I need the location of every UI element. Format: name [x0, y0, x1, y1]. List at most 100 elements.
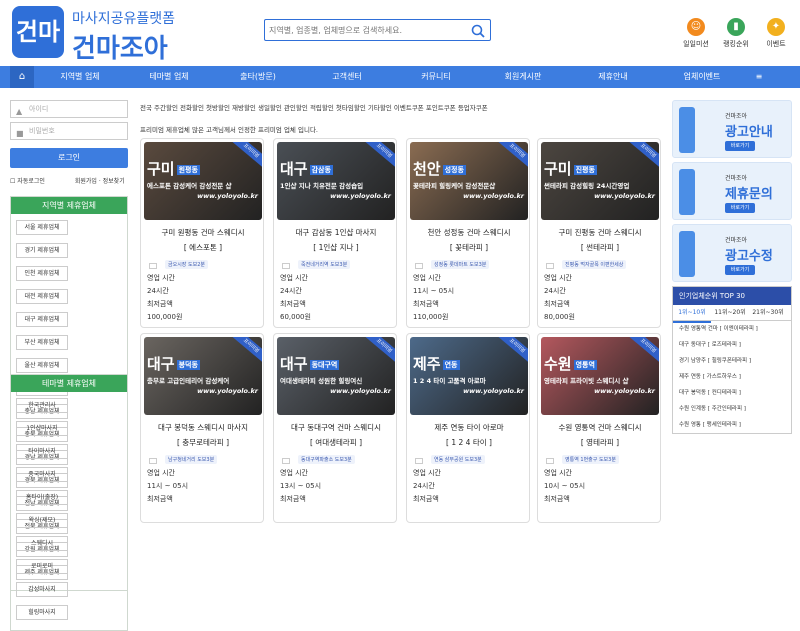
user-icon: ▲	[16, 107, 23, 116]
id-field[interactable]: ▲ 아이디	[10, 100, 128, 118]
ad-edit-button[interactable]: 바로가기	[725, 265, 755, 275]
photo-site: www.yoloyolo.kr	[594, 192, 655, 200]
region-item[interactable]: 대구 제휴업체	[16, 312, 68, 327]
shop-card[interactable]: 프리미엄 천안 성정동 꽃테라피 힐링케어 감성전문샵 www.yoloyolo.kr 천…	[406, 138, 530, 328]
search-input[interactable]	[269, 22, 465, 38]
theme-item[interactable]: 중국마사지	[16, 467, 68, 482]
login-options: ☐ 자동로그인 회원가입 · 정보찾기	[10, 176, 128, 185]
theme-item[interactable]: 감성마사지	[16, 582, 68, 597]
shop-name[interactable]: 구미 원평동 건마 스웨디시	[141, 227, 263, 238]
price-label: 최저금액	[544, 300, 570, 308]
hours-label: 영업 시간	[544, 469, 572, 477]
premium-ribbon: 프리미엄	[228, 337, 262, 366]
shop-photo[interactable]: 프리미엄 대구 동대구역 여대생테라피 성원한 힐링여신 www.yoloyolo.kr	[277, 337, 395, 415]
region-item[interactable]: 울산 제휴업체	[16, 358, 68, 373]
partnership-banner[interactable]: 건마조아 제휴문의 바로가기	[672, 162, 792, 220]
ad-info-button[interactable]: 바로가기	[725, 141, 755, 151]
region-item[interactable]: 서울 제휴업체	[16, 220, 68, 235]
hours-value: 24시간	[544, 287, 566, 295]
theme-item[interactable]: 홈타이(출장)	[16, 490, 68, 505]
theme-item[interactable]: 1인샵마사지	[16, 421, 68, 436]
shop-name[interactable]: 천안 성정동 건마 스웨디시	[407, 227, 529, 238]
shop-card[interactable]: 프리미엄구미 진평동썬테라피 감성힐링 24시간영업 www.yoloyolo.kr…	[537, 138, 661, 328]
shop-photo[interactable]: 프리미엄구미 진평동썬테라피 감성힐링 24시간영업 www.yoloyolo.kr	[541, 142, 659, 220]
account-links[interactable]: 회원가입 · 정보찾기	[75, 178, 125, 185]
nav-item-support[interactable]: 고객센터	[302, 66, 392, 88]
shop-name[interactable]: 대구 감삼동 1인샵 마사지	[274, 227, 396, 238]
ranking-shortcut[interactable]: ▮ 랭킹순위	[718, 18, 754, 52]
hours-value: 10시 ~ 05시	[544, 482, 586, 490]
rank-item[interactable]: 수원 영통역 건마 [ 이엔이테라피 ]	[673, 321, 791, 337]
shop-card[interactable]: 프리미엄 대구 감삼동 1인샵 지나 치유전문 감성숍입 www.yoloyolo.kr…	[273, 138, 397, 328]
nav-item-community[interactable]: 커뮤니티	[391, 66, 481, 88]
theme-item[interactable]: 타이마사지	[16, 444, 68, 459]
shop-card[interactable]: 프리미엄 대구 동대구역 여대생테라피 성원한 힐링여신 www.yoloyolo.kr…	[273, 333, 397, 523]
shop-photo[interactable]: 프리미엄 대구 봉덕동 충무로 고급인테리어 감성케어 www.yoloyolo.kr	[144, 337, 262, 415]
theme-item[interactable]: 스웨디시	[16, 536, 68, 551]
rank-item[interactable]: 수원 영통 [ 맹세인테라피 ]	[673, 417, 791, 433]
shop-card[interactable]: 프리미엄 구미 원평동 에스포톤 감성케어 감성전문 샵 www.yoloyolo.kr…	[140, 138, 264, 328]
ad-info-banner[interactable]: 건마조아 광고안내 바로가기	[672, 100, 792, 158]
premium-ribbon: 프리미엄	[494, 337, 528, 366]
hours-label: 영업 시간	[147, 469, 175, 477]
region-item[interactable]: 경기 제휴업체	[16, 243, 68, 258]
logo[interactable]: 건마 마사지공유플랫폼 건마조아	[12, 6, 212, 64]
rank-item[interactable]: 대구 동대구 [ 로즈테라피 ]	[673, 337, 791, 353]
shop-photo[interactable]: 프리미엄 구미 원평동 에스포톤 감성케어 감성전문 샵 www.yoloyolo.kr	[144, 142, 262, 220]
shop-name[interactable]: 대구 봉덕동 스웨디시 마사지	[141, 422, 263, 433]
region-item[interactable]: 인천 제휴업체	[16, 266, 68, 281]
region-item[interactable]: 대전 제휴업체	[16, 289, 68, 304]
nav-item-member-board[interactable]: 회원게시판	[478, 66, 568, 88]
photo-region: 대구 동대구역	[280, 355, 340, 373]
rank-item[interactable]: 수원 인계동 [ 주간인테라피 ]	[673, 401, 791, 417]
partnership-button[interactable]: 바로가기	[725, 203, 755, 213]
premium-ribbon: 프리미엄	[361, 337, 395, 366]
theme-item[interactable]: 로미로미	[16, 559, 68, 574]
theme-item[interactable]: 왁싱(제모)	[16, 513, 68, 528]
top30-title: 인기업체순위 TOP 30	[673, 287, 791, 305]
shop-card[interactable]: 프리미엄 제주 연동 1 2 4 타이 고품격 아로마 www.yoloyolo.kr 제…	[406, 333, 530, 523]
home-icon[interactable]: ⌂	[10, 66, 34, 88]
rank-item[interactable]: 제주 연동 [ 가스트하우스 ]	[673, 369, 791, 385]
photo-tagline: 썬테라피 감성힐링 24시간영업	[544, 182, 630, 190]
rank-item[interactable]: 대구 봉덕동 [ 컨디테라피 ]	[673, 385, 791, 401]
daily-mission-shortcut[interactable]: ☺ 일일미션	[678, 18, 714, 52]
premium-ribbon: 프리미엄	[625, 142, 659, 171]
login-button[interactable]: 로그인	[10, 148, 128, 168]
hours-label: 영업 시간	[280, 469, 308, 477]
shop-name[interactable]: 대구 동대구역 건마 스웨디시	[274, 422, 396, 433]
shop-name[interactable]: 구미 진평동 건마 스웨디시	[538, 227, 660, 238]
shop-name[interactable]: 수원 영통역 건마 스웨디시	[538, 422, 660, 433]
search-icon[interactable]	[470, 23, 486, 39]
shop-name[interactable]: 제주 연동 타이 아로마	[407, 422, 529, 433]
location-badge: 영통역 1번출구 도보3분	[562, 455, 619, 464]
menu-icon[interactable]: ≡	[714, 66, 800, 88]
event-shortcut[interactable]: ✦ 이벤트	[758, 18, 794, 52]
shop-photo[interactable]: 프리미엄 제주 연동 1 2 4 타이 고품격 아로마 www.yoloyolo.kr	[410, 337, 528, 415]
location-badge: 연동 삼무공원 도보3분	[431, 455, 485, 464]
nav-item-region[interactable]: 지역별 업체	[35, 66, 125, 88]
nav-item-partnership[interactable]: 제휴안내	[568, 66, 658, 88]
auto-login-checkbox[interactable]: ☐ 자동로그인	[10, 178, 45, 185]
photo-region: 구미 진평동	[544, 160, 597, 178]
tab-rank-21-30[interactable]: 21위~30위	[749, 305, 787, 321]
shop-card[interactable]: 프리미엄 대구 봉덕동 충무로 고급인테리어 감성케어 www.yoloyolo.kr 대…	[140, 333, 264, 523]
nav-item-theme[interactable]: 테마별 업체	[124, 66, 214, 88]
rank-item[interactable]: 경기 남양주 [ 힐링쿠폰테라피 ]	[673, 353, 791, 369]
theme-item[interactable]: 한국관리사	[16, 398, 68, 413]
chart-icon: ▮	[727, 18, 745, 36]
shop-card[interactable]: 프리미엄 수원 영통역 영테라피 프라이빗 스웨디시 샵 www.yoloyolo.kr…	[537, 333, 661, 523]
price-label: 최저금액	[413, 495, 439, 503]
gift-icon: ✦	[767, 18, 785, 36]
region-item[interactable]: 부산 제휴업체	[16, 335, 68, 350]
shop-photo[interactable]: 프리미엄 대구 감삼동 1인샵 지나 치유전문 감성숍입 www.yoloyolo.kr	[277, 142, 395, 220]
nav-item-outcall[interactable]: 출타(방문)	[213, 66, 303, 88]
shop-photo[interactable]: 프리미엄 수원 영통역 영테라피 프라이빗 스웨디시 샵 www.yoloyolo.kr	[541, 337, 659, 415]
password-field[interactable]: ■ 비밀번호	[10, 122, 128, 140]
ad-edit-banner[interactable]: 건마조아 광고수정 바로가기	[672, 224, 792, 282]
theme-item[interactable]: 힐링마사지	[16, 605, 68, 620]
photo-region: 천안 성정동	[413, 160, 466, 178]
shop-photo[interactable]: 프리미엄 천안 성정동 꽃테라피 힐링케어 감성전문샵 www.yoloyolo.kr	[410, 142, 528, 220]
hours-label: 영업 시간	[544, 274, 572, 282]
tab-rank-11-20[interactable]: 11위~20위	[711, 305, 749, 321]
